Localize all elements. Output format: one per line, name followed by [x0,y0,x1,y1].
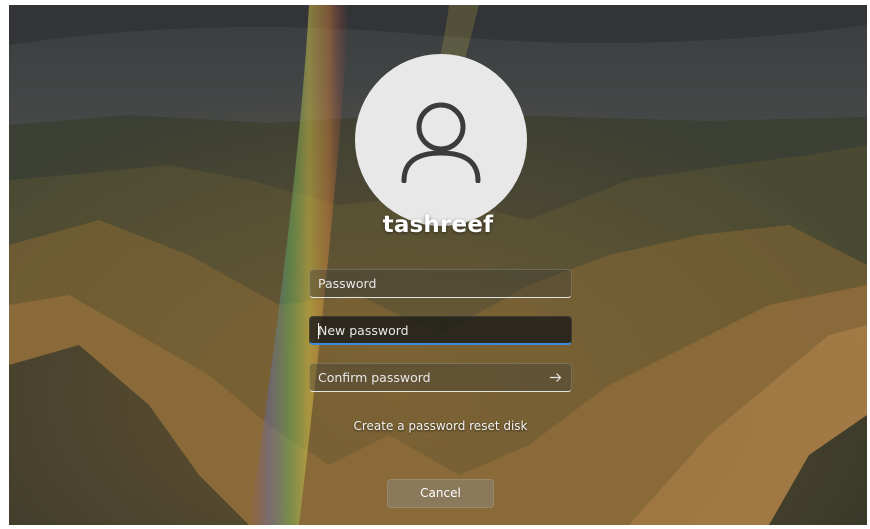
confirm-password-field[interactable]: Confirm password [309,363,572,392]
user-avatar [355,54,527,226]
lock-screen: tashreef Password New password Confirm p… [9,5,867,525]
confirm-password-placeholder: Confirm password [318,370,431,385]
password-field[interactable]: Password [309,269,572,298]
cancel-button[interactable]: Cancel [387,479,494,508]
arrow-right-icon[interactable] [549,371,562,384]
new-password-field[interactable]: New password [309,316,572,345]
password-placeholder: Password [318,276,377,291]
user-silhouette-icon [401,102,481,183]
new-password-placeholder: New password [318,323,409,338]
create-reset-disk-link[interactable]: Create a password reset disk [309,419,572,433]
username-label: tashreef [382,212,494,238]
